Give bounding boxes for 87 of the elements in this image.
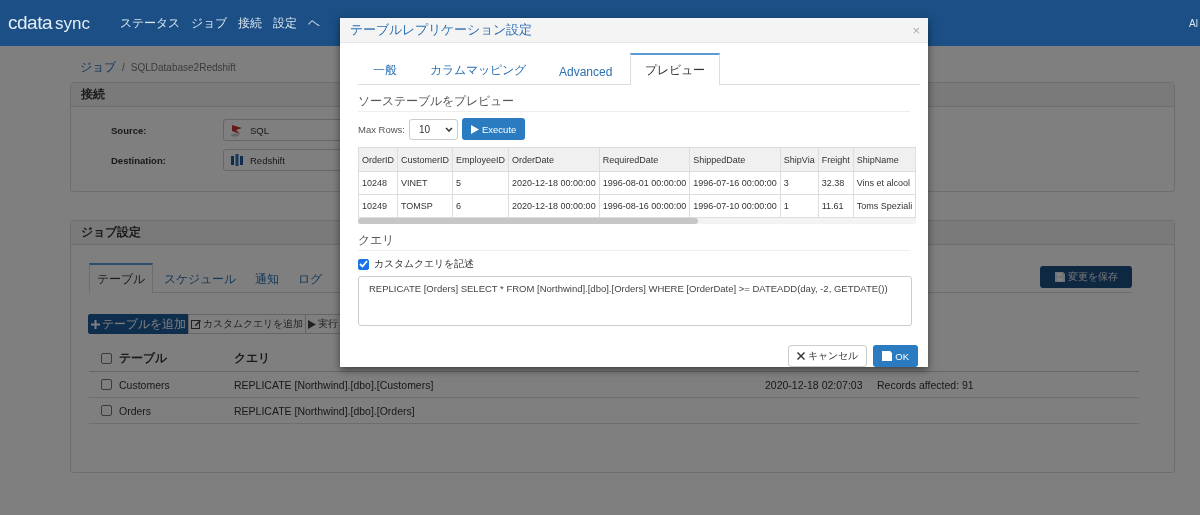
- app-logo: cdatasync: [8, 12, 91, 34]
- tab[interactable]: テーブル: [89, 263, 153, 293]
- connection-name: SQL: [250, 124, 269, 136]
- execute-button[interactable]: Execute: [462, 118, 526, 140]
- tab[interactable]: プレビュー: [630, 53, 721, 85]
- column-header: RequiredDate: [599, 147, 690, 172]
- table-cell: 2020-12-18 00:00:00: [508, 171, 600, 195]
- toolbar-button[interactable]: テーブルを追加: [88, 314, 189, 334]
- table-cell: 1996-07-10 00:00:00: [689, 194, 781, 218]
- column-header: OrderDate: [508, 147, 600, 172]
- user-menu[interactable]: Al: [1189, 17, 1198, 29]
- table-cell: 10248: [358, 171, 398, 195]
- database-icon: [230, 123, 244, 137]
- nav-link[interactable]: 設定: [273, 15, 297, 31]
- table-cell: Records affected: 91: [877, 378, 974, 391]
- field-label: Destination:: [111, 154, 167, 166]
- checkbox-label: カスタムクエリを記述: [374, 257, 474, 271]
- table-cell: 1996-08-01 00:00:00: [599, 171, 690, 195]
- query-textarea[interactable]: REPLICATE [Orders] SELECT * FROM [Northwind].[dbo].[Orders] WHERE [OrderDate] >= DATEADD(day, -2, GETDATE()): [358, 276, 912, 326]
- column-header: EmployeeID: [452, 147, 509, 172]
- select-all-checkbox[interactable]: [101, 353, 112, 364]
- tab[interactable]: 通知: [247, 264, 287, 293]
- section-heading: ソーステーブルをプレビュー: [358, 94, 910, 112]
- table-cell: 3: [780, 171, 819, 195]
- save-icon: [1054, 272, 1065, 282]
- tab[interactable]: 一般: [358, 54, 412, 85]
- tab[interactable]: スケジュール: [156, 264, 244, 293]
- column-header: テーブル: [119, 351, 167, 366]
- tab[interactable]: ログ: [290, 264, 330, 293]
- table-cell: 1996-07-16 00:00:00: [689, 171, 781, 195]
- nav-link[interactable]: 接続: [238, 15, 262, 31]
- column-header: Freight: [818, 147, 854, 172]
- breadcrumb-link[interactable]: ジョブ: [80, 60, 116, 75]
- check-icon: [359, 260, 368, 268]
- breadcrumb-current: SQLDatabase2Redshift: [130, 62, 236, 73]
- table-cell: 5: [452, 171, 509, 195]
- save-icon: [882, 351, 893, 361]
- play-icon: [308, 319, 316, 329]
- play-icon: [471, 124, 479, 134]
- table-cell: 10249: [358, 194, 398, 218]
- dialog-title: テーブルレプリケーション設定: [350, 21, 532, 39]
- plus-icon: [91, 319, 100, 329]
- table-cell: REPLICATE [Northwind].[dbo].[Orders]: [234, 404, 415, 417]
- column-header: OrderID: [358, 147, 398, 172]
- column-header: クエリ: [234, 351, 270, 366]
- database-icon: [230, 153, 244, 167]
- edit-icon: [191, 319, 201, 329]
- save-button[interactable]: 変更を保存: [1040, 266, 1132, 288]
- toolbar-button[interactable]: カスタムクエリを追加: [188, 314, 306, 334]
- column-header: ShipVia: [780, 147, 819, 172]
- table-cell: Toms Speziali: [853, 194, 916, 218]
- row-checkbox[interactable]: [101, 379, 112, 390]
- table-cell: Customers: [119, 378, 170, 391]
- field-label: Max Rows:: [358, 123, 405, 135]
- tab[interactable]: Advanced: [544, 57, 628, 85]
- table-cell: 2020-12-18 02:07:03: [765, 378, 863, 391]
- row-checkbox[interactable]: [101, 405, 112, 416]
- column-header: CustomerID: [397, 147, 453, 172]
- connection-name: Redshift: [250, 154, 285, 166]
- field-label: Source:: [111, 124, 148, 136]
- table-cell: 1: [780, 194, 819, 218]
- nav-link[interactable]: ヘ: [308, 15, 320, 31]
- table-cell: VINET: [397, 171, 453, 195]
- chevron-down-icon: [445, 126, 453, 132]
- table-cell: 32.38: [818, 171, 854, 195]
- section-heading: クエリ: [358, 233, 910, 251]
- column-header: ShipName: [853, 147, 916, 172]
- custom-query-checkbox[interactable]: [358, 258, 369, 270]
- max-rows-select[interactable]: 10: [409, 118, 458, 140]
- tab[interactable]: カラムマッピング: [415, 54, 541, 85]
- cancel-button[interactable]: キャンセル: [788, 345, 868, 367]
- table-cell: REPLICATE [Northwind].[dbo].[Customers]: [234, 378, 434, 391]
- table-cell: Vins et alcool: [853, 171, 916, 195]
- table-cell: 6: [452, 194, 509, 218]
- breadcrumb-separator: /: [122, 62, 125, 73]
- column-header: ShippedDate: [689, 147, 781, 172]
- table-cell: Orders: [119, 404, 152, 417]
- table-cell: 11.61: [818, 194, 854, 218]
- table-cell: TOMSP: [397, 194, 453, 218]
- nav-link[interactable]: ジョブ: [191, 15, 227, 31]
- table-cell: 2020-12-18 00:00:00: [508, 194, 600, 218]
- ok-button[interactable]: OK: [873, 345, 918, 367]
- toolbar-button[interactable]: 実行: [305, 314, 341, 334]
- table-cell: 1996-08-16 00:00:00: [599, 194, 690, 218]
- nav-link[interactable]: ステータス: [120, 15, 180, 31]
- close-icon: [797, 352, 806, 360]
- scrollbar-thumb[interactable]: [358, 218, 698, 224]
